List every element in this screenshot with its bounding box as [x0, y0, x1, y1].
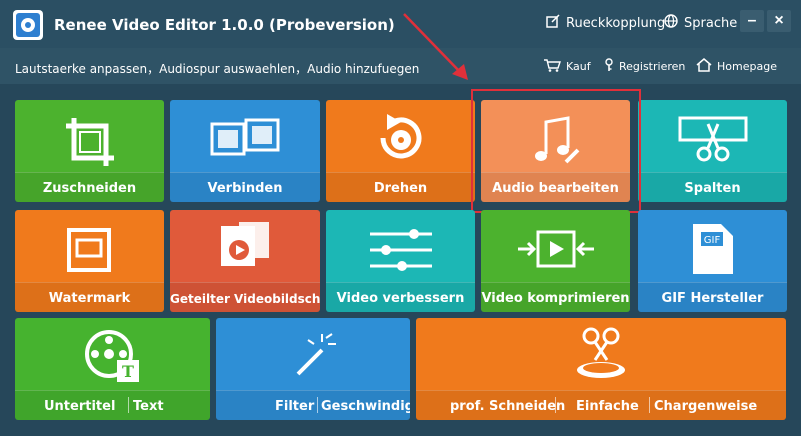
tile-crop[interactable]: Zuschneiden: [15, 100, 164, 202]
tile-cutting[interactable]: prof. Schneiden Einfache Chargenweise: [416, 318, 786, 420]
tile-enhance[interactable]: Video verbessern: [326, 210, 475, 312]
homepage-link[interactable]: Homepage: [696, 58, 777, 75]
feedback-label: Rueckkopplung: [566, 15, 666, 31]
register-label: Registrieren: [619, 60, 686, 73]
app-logo-icon: [13, 10, 43, 40]
tile-speed-label[interactable]: Geschwindigkeit: [321, 399, 410, 414]
tile-compress-label: Video komprimieren: [481, 291, 630, 306]
tile-batch-label[interactable]: Chargenweise: [654, 399, 757, 414]
language-label: Sprache: [684, 15, 738, 31]
gif-file-icon: GIF: [689, 222, 737, 281]
splitscreen-film-icon: [217, 220, 273, 281]
globe-icon: [664, 14, 678, 32]
tile-splitscreen[interactable]: Geteilter Videobildschirm: [170, 210, 320, 312]
buy-link[interactable]: Kauf: [543, 58, 591, 75]
tile-compress[interactable]: Video komprimieren: [481, 210, 630, 312]
tile-subtitle-label[interactable]: Untertitel: [44, 399, 115, 414]
tile-gif[interactable]: GIF GIF Hersteller: [638, 210, 787, 312]
watermark-icon: [65, 226, 115, 281]
close-button[interactable]: ×: [767, 10, 791, 32]
svg-text:T: T: [122, 362, 134, 381]
home-icon: [696, 58, 712, 75]
app-title: Renee Video Editor 1.0.0 (Probeversion): [54, 16, 395, 34]
tile-simple-label[interactable]: Einfache: [576, 399, 639, 414]
register-link[interactable]: Registrieren: [604, 58, 685, 75]
scissors-reel-icon: [571, 326, 631, 387]
tile-text-label[interactable]: Text: [133, 399, 164, 414]
tile-split-label: Spalten: [684, 181, 741, 196]
tile-split[interactable]: Spalten: [638, 100, 787, 202]
tile-filter-speed[interactable]: Filter Geschwindigkeit: [216, 318, 410, 420]
feature-description: Lautstaerke anpassen，Audiospur auswaehle…: [15, 62, 420, 76]
tile-enhance-label: Video verbessern: [336, 291, 465, 306]
tile-gif-label: GIF Hersteller: [661, 291, 764, 306]
buy-label: Kauf: [566, 60, 591, 73]
tile-merge-label: Verbinden: [207, 181, 283, 196]
key-icon: [604, 58, 614, 75]
tile-filter-label[interactable]: Filter: [275, 399, 314, 414]
tile-watermark[interactable]: Watermark: [15, 210, 164, 312]
svg-text:GIF: GIF: [703, 235, 720, 246]
tile-splitscreen-label: Geteilter Videobildschirm: [170, 292, 320, 306]
tile-pro-cut-label[interactable]: prof. Schneiden: [450, 399, 565, 414]
homepage-label: Homepage: [717, 60, 777, 73]
tile-rotate[interactable]: Drehen: [326, 100, 475, 202]
annotation-arrow-icon: [403, 13, 468, 80]
tile-crop-label: Zuschneiden: [42, 181, 137, 196]
merge-film-icon: [210, 118, 280, 169]
compress-film-icon: [516, 224, 596, 279]
film-reel-text-icon: T: [83, 328, 143, 389]
cart-icon: [543, 58, 561, 75]
tile-rotate-label: Drehen: [373, 181, 428, 196]
minimize-button[interactable]: –: [740, 10, 764, 32]
feedback-link[interactable]: Rueckkopplung: [546, 14, 665, 32]
edit-icon: [546, 14, 560, 32]
language-link[interactable]: Sprache: [664, 14, 737, 32]
crop-icon: [62, 114, 118, 175]
scissors-film-icon: [678, 114, 748, 169]
tile-merge[interactable]: Verbinden: [170, 100, 320, 202]
tile-watermark-label: Watermark: [48, 291, 131, 306]
sliders-icon: [368, 226, 434, 281]
tile-subtitle-text[interactable]: T Untertitel Text: [15, 318, 210, 420]
highlight-box: [471, 89, 641, 213]
rotate-icon: [373, 110, 429, 171]
magic-wand-icon: [288, 330, 338, 385]
